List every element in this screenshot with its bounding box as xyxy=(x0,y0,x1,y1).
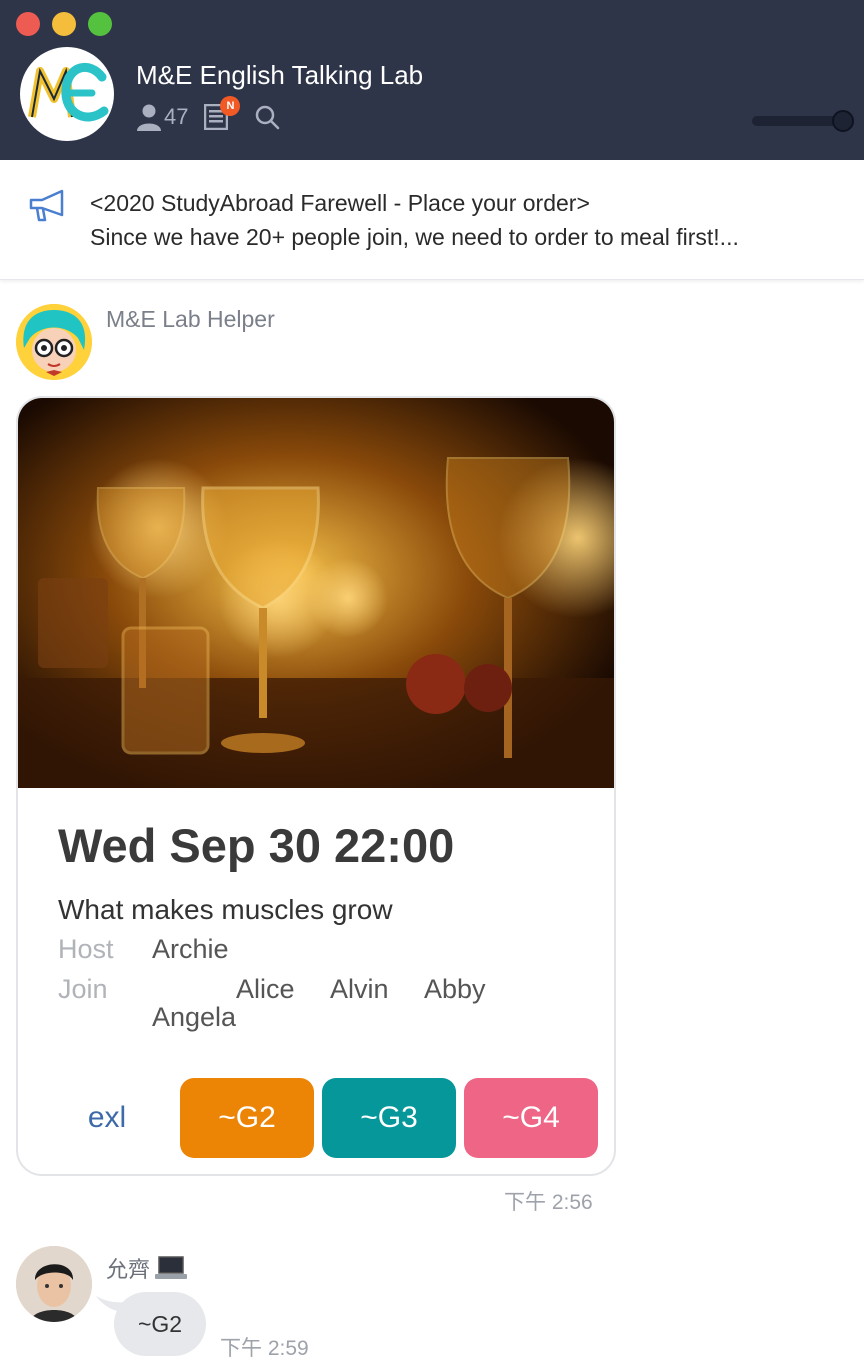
g4-button[interactable]: ~G4 xyxy=(464,1078,598,1158)
volume-slider-handle[interactable] xyxy=(832,110,854,132)
laptop-icon xyxy=(155,1256,188,1279)
close-window-button[interactable] xyxy=(16,12,40,36)
user-avatar[interactable] xyxy=(16,1246,92,1322)
g3-button[interactable]: ~G3 xyxy=(322,1078,456,1158)
group-meta: 47 N xyxy=(136,96,280,134)
g2-button[interactable]: ~G2 xyxy=(180,1078,314,1158)
event-photo xyxy=(18,398,614,788)
host-label: Host xyxy=(58,934,114,964)
group-avatar[interactable] xyxy=(20,47,114,141)
search-icon xyxy=(256,105,280,130)
joiner-name: Angela xyxy=(152,1002,237,1032)
exl-button[interactable]: exl xyxy=(42,1078,172,1158)
chat-header: M&E English Talking Lab 47 N xyxy=(0,0,864,160)
joiner-name: Abby xyxy=(424,974,486,1004)
joiner-name: Alvin xyxy=(330,974,389,1004)
member-count-button[interactable]: 47 xyxy=(136,103,188,131)
helper-avatar[interactable] xyxy=(16,304,92,380)
person-icon xyxy=(137,104,161,131)
notes-badge: N xyxy=(220,96,241,116)
sender-name-text: 允齊 xyxy=(106,1257,151,1282)
event-date: Wed Sep 30 22:00 xyxy=(58,819,455,872)
sender-name: M&E Lab Helper xyxy=(106,306,275,332)
message-timestamp: 下午 2:56 xyxy=(504,1191,593,1214)
search-button[interactable] xyxy=(254,104,280,130)
minimize-window-button[interactable] xyxy=(52,12,76,36)
joiner-name: Alice xyxy=(236,974,295,1004)
host-name: Archie xyxy=(152,934,229,964)
announcement-bar[interactable]: <2020 StudyAbroad Farewell - Place your … xyxy=(0,160,864,280)
member-count: 47 xyxy=(164,104,189,129)
message-timestamp: 下午 2:59 xyxy=(220,1337,309,1360)
announcement-body: Since we have 20+ people join, we need t… xyxy=(90,224,739,250)
chat-bubble[interactable]: ~G2 xyxy=(114,1292,206,1356)
event-topic: What makes muscles grow xyxy=(58,894,393,925)
notes-button[interactable]: N xyxy=(204,96,241,132)
join-label: Join xyxy=(58,974,108,1004)
announcement-title: <2020 StudyAbroad Farewell - Place your … xyxy=(90,190,590,216)
sender-name: 允齊 xyxy=(106,1252,188,1284)
event-card: Wed Sep 30 22:00 What makes muscles grow… xyxy=(16,396,616,1176)
group-title: M&E English Talking Lab xyxy=(136,60,424,90)
megaphone-icon xyxy=(28,188,66,229)
maximize-window-button[interactable] xyxy=(88,12,112,36)
